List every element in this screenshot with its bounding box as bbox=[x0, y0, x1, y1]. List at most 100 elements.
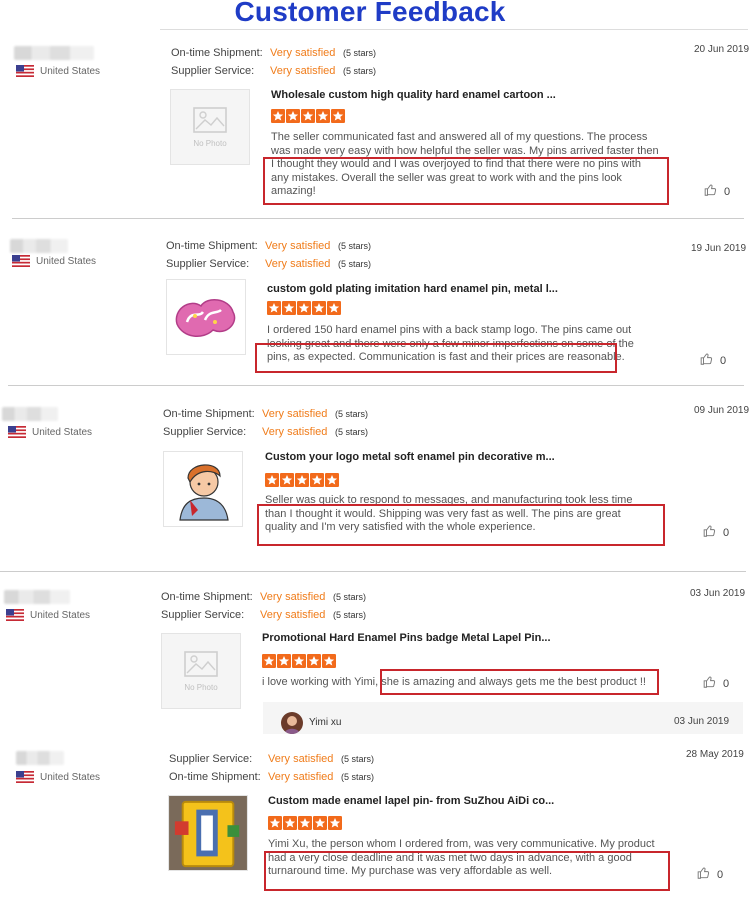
no-photo-icon bbox=[193, 106, 227, 133]
review-star-rating bbox=[268, 816, 342, 835]
product-title-link[interactable]: Custom your logo metal soft enamel pin d… bbox=[265, 451, 555, 463]
highlight-box bbox=[257, 504, 665, 546]
like-count: 0 bbox=[723, 677, 730, 690]
product-title-link[interactable]: Wholesale custom high quality hard ename… bbox=[271, 89, 556, 101]
rating-label: Supplier Service: bbox=[171, 65, 255, 77]
star-icon bbox=[327, 301, 341, 320]
avatar bbox=[281, 712, 303, 734]
rating-value: Very satisfied bbox=[268, 753, 334, 765]
title-divider bbox=[160, 29, 748, 30]
product-thumbnail[interactable]: No Photo bbox=[161, 633, 241, 709]
blurred-buyer-name bbox=[14, 46, 94, 60]
ratings-block: On-time Shipment: Very satisfied (5 star… bbox=[161, 588, 366, 624]
star-icon bbox=[262, 654, 276, 673]
rating-stars-text: (5 stars) bbox=[333, 610, 367, 620]
highlight-box bbox=[264, 851, 670, 891]
helpful-button[interactable]: 0 bbox=[703, 524, 729, 541]
helpful-button[interactable]: 0 bbox=[697, 866, 723, 883]
review-date: 20 Jun 2019 bbox=[694, 44, 750, 55]
us-flag-icon bbox=[16, 65, 34, 77]
star-icon bbox=[295, 473, 309, 492]
pink-enamel-pin-image bbox=[175, 299, 236, 337]
rating-label: On-time Shipment: bbox=[163, 408, 255, 420]
star-icon bbox=[286, 109, 300, 128]
review-divider bbox=[0, 571, 746, 572]
rating-label: Supplier Service: bbox=[161, 609, 245, 621]
product-thumbnail[interactable] bbox=[163, 451, 243, 527]
star-icon bbox=[307, 654, 321, 673]
product-title-link[interactable]: Custom made enamel lapel pin- from SuZho… bbox=[268, 795, 554, 807]
blurred-buyer-name bbox=[16, 751, 64, 765]
rating-row: On-time Shipment: Very satisfied (5 star… bbox=[163, 405, 368, 423]
star-icon bbox=[265, 473, 279, 492]
highlight-box bbox=[380, 669, 659, 695]
rating-stars-text: (5 stars) bbox=[333, 592, 367, 602]
helpful-button[interactable]: 0 bbox=[703, 675, 729, 692]
us-flag-icon bbox=[8, 426, 26, 438]
thumbs-up-icon bbox=[700, 352, 720, 369]
review-star-rating bbox=[267, 301, 341, 320]
review-divider bbox=[8, 385, 744, 386]
star-icon bbox=[292, 654, 306, 673]
buyer-country: United States bbox=[12, 255, 96, 267]
rating-value: Very satisfied bbox=[265, 258, 331, 270]
review-divider bbox=[12, 218, 744, 219]
rating-stars-text: (5 stars) bbox=[343, 66, 377, 76]
product-title-link[interactable]: custom gold plating imitation hard ename… bbox=[267, 283, 558, 295]
rating-value: Very satisfied bbox=[270, 65, 336, 77]
helpful-button[interactable]: 0 bbox=[704, 183, 730, 200]
star-icon bbox=[310, 473, 324, 492]
star-icon bbox=[331, 109, 345, 128]
like-count: 0 bbox=[717, 868, 724, 881]
rating-value: Very satisfied bbox=[262, 426, 328, 438]
no-photo-icon bbox=[184, 650, 218, 677]
rating-value: Very satisfied bbox=[262, 408, 328, 420]
ratings-block: On-time Shipment: Very satisfied (5 star… bbox=[163, 405, 368, 441]
no-photo-label: No Photo bbox=[193, 138, 227, 148]
buyer-country: United States bbox=[8, 426, 92, 438]
country-label: United States bbox=[32, 426, 93, 438]
review-star-rating bbox=[265, 473, 339, 492]
highlight-box bbox=[263, 157, 669, 205]
reply-author: Yimi xu bbox=[309, 717, 342, 728]
star-icon bbox=[282, 301, 296, 320]
buyer-country: United States bbox=[16, 771, 100, 783]
product-thumbnail[interactable] bbox=[168, 795, 248, 871]
country-label: United States bbox=[40, 65, 101, 77]
product-thumbnail[interactable] bbox=[166, 279, 246, 355]
star-icon bbox=[267, 301, 281, 320]
thumbs-up-icon bbox=[697, 866, 717, 883]
ratings-block: Supplier Service: Very satisfied (5 star… bbox=[169, 750, 374, 786]
rating-row: Supplier Service: Very satisfied (5 star… bbox=[169, 750, 374, 768]
rating-label: On-time Shipment: bbox=[166, 240, 258, 252]
rating-label: Supplier Service: bbox=[166, 258, 250, 270]
no-photo-label: No Photo bbox=[184, 682, 218, 692]
star-icon bbox=[298, 816, 312, 835]
character-enamel-pin-image bbox=[179, 464, 229, 521]
thumbs-up-icon bbox=[703, 675, 723, 692]
page-title: Customer Feedback bbox=[234, 0, 506, 27]
review-date: 19 Jun 2019 bbox=[691, 243, 747, 254]
blurred-buyer-name bbox=[10, 239, 68, 253]
rating-row: On-time Shipment: Very satisfied (5 star… bbox=[171, 44, 376, 62]
review-date: 09 Jun 2019 bbox=[694, 405, 750, 416]
country-label: United States bbox=[36, 255, 97, 267]
rating-row: Supplier Service: Very satisfied (5 star… bbox=[171, 62, 376, 80]
product-thumbnail[interactable]: No Photo bbox=[170, 89, 250, 165]
review-star-rating bbox=[262, 654, 336, 673]
rating-row: Supplier Service: Very satisfied (5 star… bbox=[166, 255, 371, 273]
blurred-buyer-name bbox=[4, 590, 70, 604]
star-icon bbox=[283, 816, 297, 835]
star-icon bbox=[297, 301, 311, 320]
review-date: 28 May 2019 bbox=[686, 749, 744, 760]
star-icon bbox=[322, 654, 336, 673]
rating-value: Very satisfied bbox=[268, 771, 334, 783]
rating-value: Very satisfied bbox=[260, 609, 326, 621]
thumbs-up-icon bbox=[704, 183, 724, 200]
ratings-block: On-time Shipment: Very satisfied (5 star… bbox=[171, 44, 376, 80]
helpful-button[interactable]: 0 bbox=[700, 352, 726, 369]
star-icon bbox=[325, 473, 339, 492]
blurred-buyer-name bbox=[2, 407, 58, 421]
rating-stars-text: (5 stars) bbox=[338, 259, 372, 269]
product-title-link[interactable]: Promotional Hard Enamel Pins badge Metal… bbox=[262, 632, 551, 644]
